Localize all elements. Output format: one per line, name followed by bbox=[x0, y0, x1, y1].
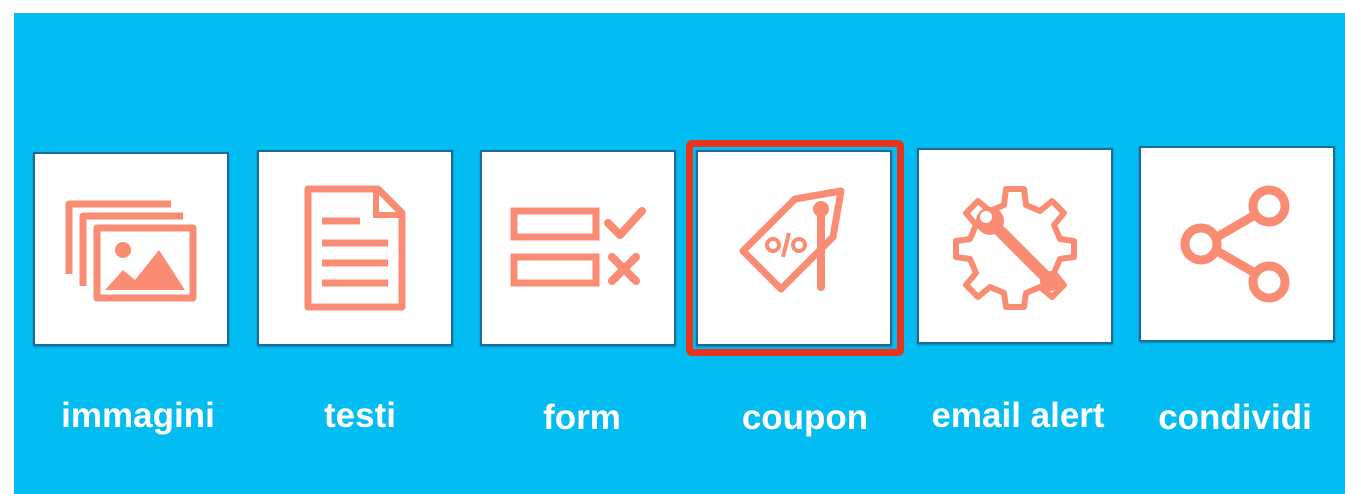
images-icon bbox=[65, 200, 197, 302]
tile-label-immagini[interactable]: immagini bbox=[28, 396, 248, 436]
tile-condividi[interactable] bbox=[1139, 146, 1335, 342]
tile-label-coupon[interactable]: coupon bbox=[695, 398, 915, 438]
gear-wrench-icon bbox=[953, 186, 1077, 310]
share-icon bbox=[1180, 185, 1290, 303]
tile-coupon[interactable] bbox=[696, 150, 892, 346]
tile-label-email-alert[interactable]: email alert bbox=[908, 396, 1128, 436]
form-checklist-icon bbox=[510, 207, 646, 287]
tile-label-condividi[interactable]: condividi bbox=[1125, 398, 1345, 438]
coupon-tag-icon bbox=[739, 187, 845, 293]
tile-immagini[interactable] bbox=[33, 152, 229, 346]
tile-form[interactable] bbox=[480, 150, 676, 346]
tile-testi[interactable] bbox=[257, 150, 453, 346]
tile-email-alert[interactable] bbox=[917, 148, 1113, 344]
document-icon bbox=[304, 185, 406, 311]
tile-label-form[interactable]: form bbox=[472, 398, 692, 438]
tile-label-testi[interactable]: testi bbox=[250, 396, 470, 436]
